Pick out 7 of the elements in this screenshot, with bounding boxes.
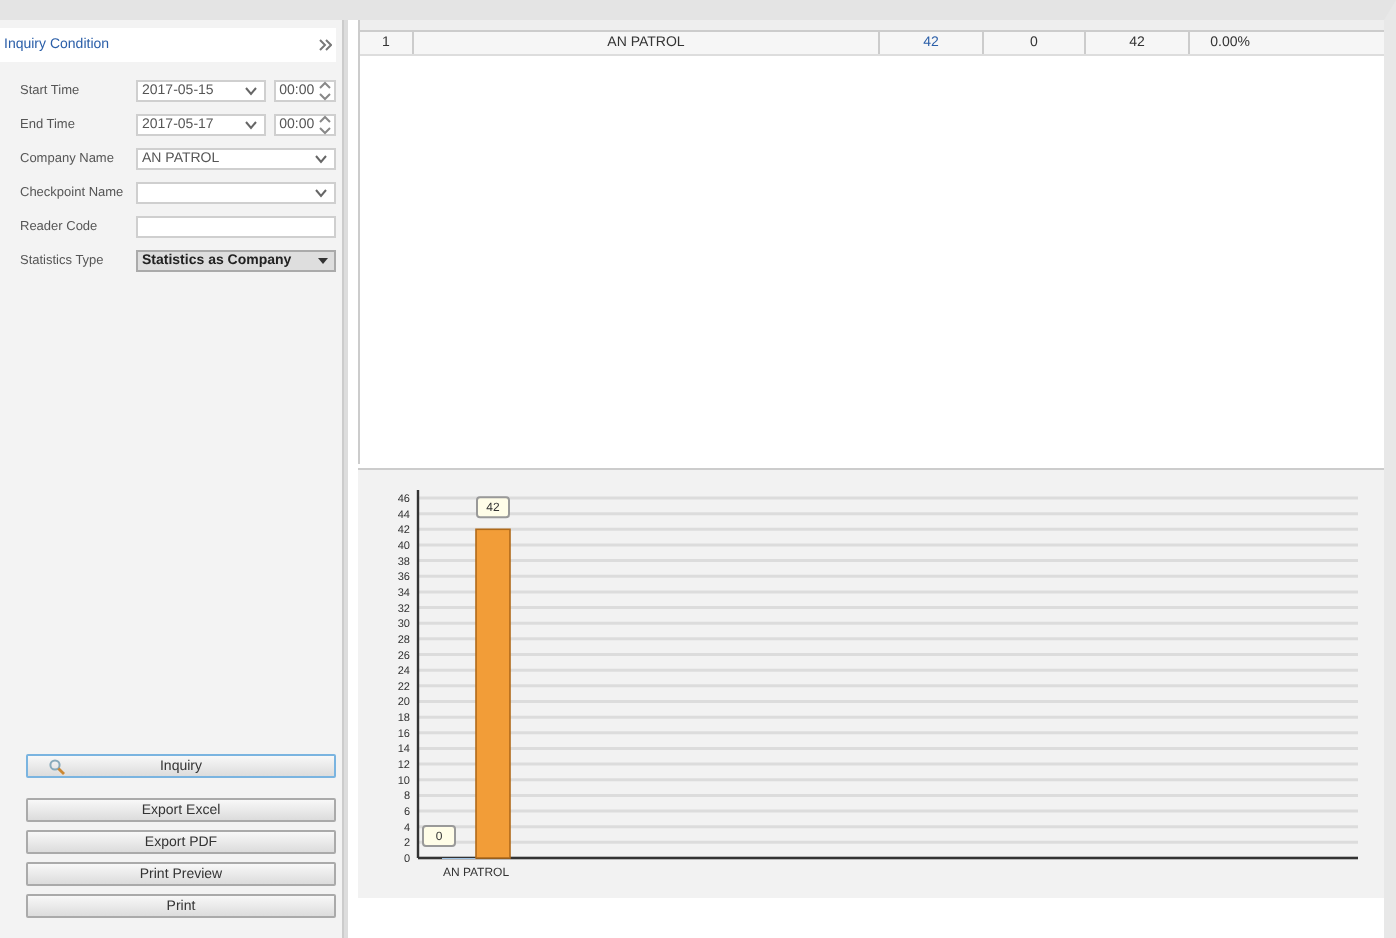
dropdown-field[interactable] <box>136 181 336 203</box>
input-field[interactable] <box>136 215 336 237</box>
spinner-arrows-icon[interactable] <box>318 113 332 135</box>
search-icon <box>48 758 66 776</box>
spinner-arrows-icon[interactable] <box>318 79 332 101</box>
collapse-icon[interactable] <box>318 38 332 52</box>
dropdown-triangle-icon[interactable] <box>316 253 330 267</box>
